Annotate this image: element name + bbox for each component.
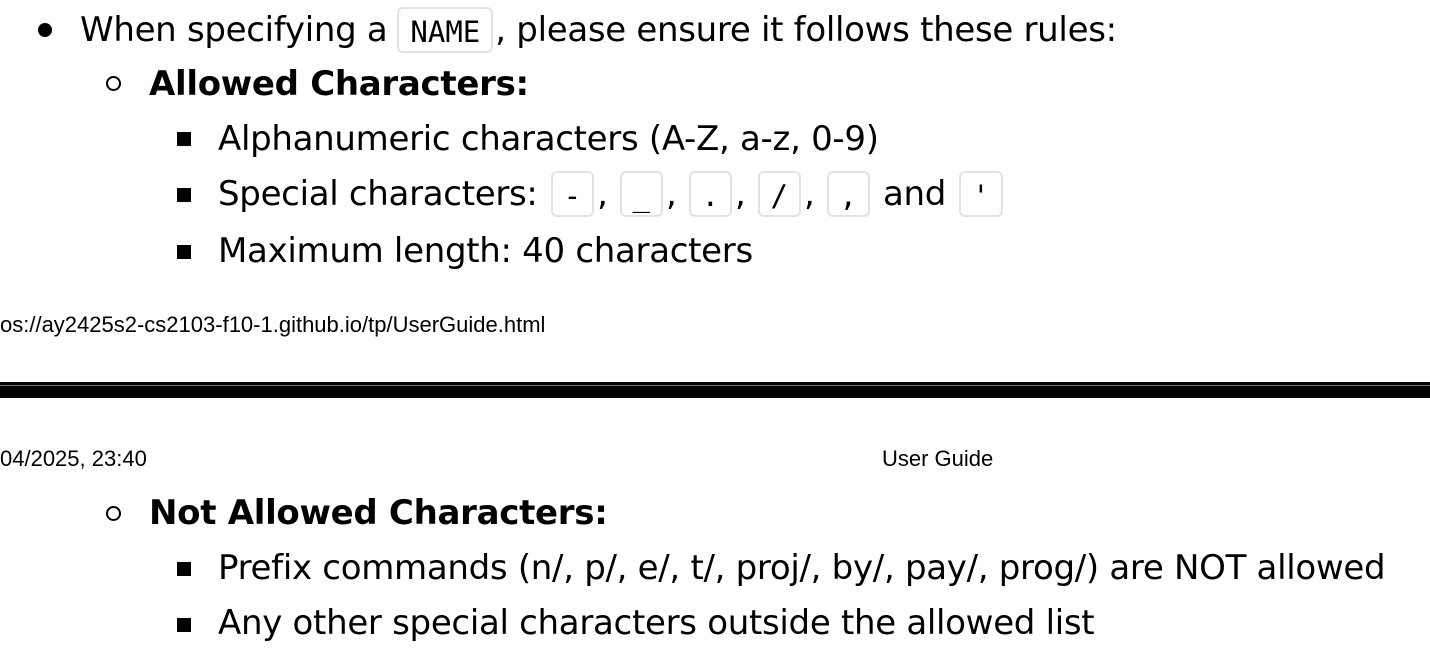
- header-date: 04/2025, 23:40: [0, 446, 147, 471]
- bullet-circle: [106, 506, 121, 521]
- special-characters-item: Special characters: - , _ , . , / , , an…: [218, 168, 1006, 220]
- code-underscore: _: [619, 171, 664, 217]
- page-break: [0, 382, 1430, 398]
- special-label: Special characters:: [218, 174, 538, 214]
- other-special-item: Any other special characters outside the…: [218, 603, 1095, 643]
- separator: ,: [597, 174, 608, 214]
- bullet-square: [177, 618, 191, 632]
- header-title: User Guide: [882, 446, 994, 471]
- max-length-item: Maximum length: 40 characters: [218, 231, 753, 271]
- bullet-square: [177, 188, 191, 202]
- code-comma: ,: [826, 171, 870, 217]
- code-dash: -: [550, 171, 595, 217]
- bullet-square: [177, 562, 191, 576]
- name-rule-before: When specifying a: [80, 10, 388, 50]
- separator: ,: [804, 174, 815, 214]
- code-dot: .: [688, 171, 733, 217]
- not-allowed-heading: Not Allowed Characters:: [149, 493, 608, 533]
- code-slash: /: [757, 171, 802, 217]
- page-break-line: [0, 385, 1430, 386]
- bullet-disc: [38, 23, 52, 37]
- bullet-circle: [106, 76, 121, 91]
- name-rule-line: When specifying a NAME , please ensure i…: [80, 4, 1117, 56]
- bullet-square: [177, 245, 191, 259]
- bullet-square: [177, 132, 191, 146]
- footer-url: os://ay2425s2-cs2103-f10-1.github.io/tp/…: [0, 312, 546, 337]
- prefix-item: Prefix commands (n/, p/, e/, t/, proj/, …: [218, 548, 1386, 588]
- and-word: and: [883, 174, 947, 214]
- separator: ,: [666, 174, 677, 214]
- code-apostrophe: ': [959, 171, 1003, 217]
- name-code: NAME: [397, 7, 494, 53]
- name-rule-after: , please ensure it follows these rules:: [495, 10, 1117, 50]
- alphanumeric-item: Alphanumeric characters (A-Z, a-z, 0-9): [218, 119, 879, 159]
- allowed-heading: Allowed Characters:: [149, 64, 529, 104]
- separator: ,: [735, 174, 746, 214]
